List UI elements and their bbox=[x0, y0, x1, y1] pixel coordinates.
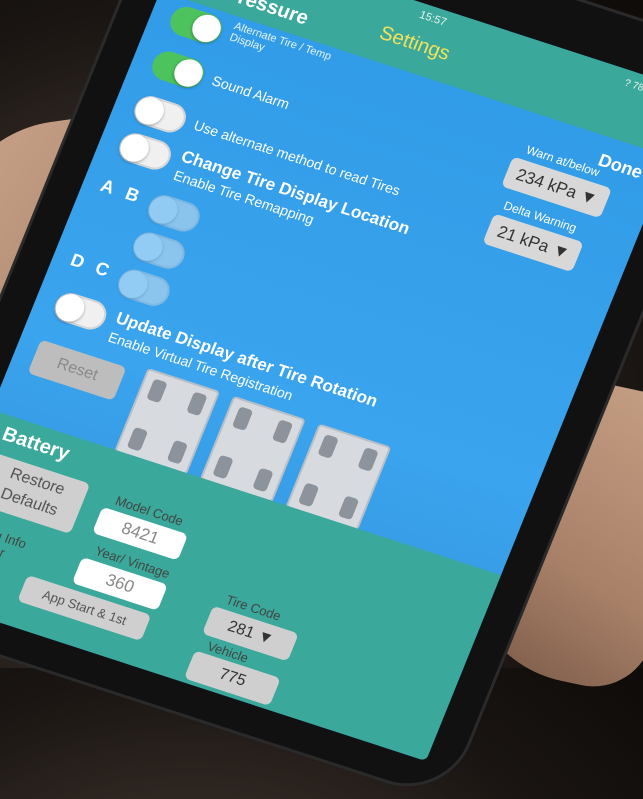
tire-mark bbox=[252, 467, 274, 493]
tire-mark bbox=[146, 378, 168, 404]
page-title: Settings bbox=[376, 22, 454, 65]
toggle-knob bbox=[51, 290, 89, 326]
tire-mark bbox=[297, 482, 320, 508]
tire-mark bbox=[271, 419, 294, 445]
toggle-knob bbox=[169, 55, 208, 91]
toggle-knob bbox=[115, 130, 154, 166]
tire-letter-c: C bbox=[92, 257, 113, 281]
remap-toggle-2[interactable] bbox=[128, 228, 190, 273]
remap-toggle-ab[interactable] bbox=[143, 191, 205, 236]
toggle-knob bbox=[129, 229, 167, 265]
tire-mark bbox=[212, 454, 234, 480]
sound-alarm-toggle[interactable] bbox=[147, 47, 209, 92]
tire-letter-b: B bbox=[122, 183, 143, 206]
battery-status: ? 78 % ■ bbox=[622, 77, 643, 101]
tire-letter-a: A bbox=[97, 175, 118, 198]
tire-mark bbox=[126, 426, 149, 452]
tire-letter-d: D bbox=[67, 249, 88, 273]
toggle-knob bbox=[114, 266, 152, 302]
restore-defaults-button[interactable]: Restore Defaults bbox=[0, 452, 91, 534]
remap-toggle-dc[interactable] bbox=[113, 265, 175, 310]
tire-mark bbox=[337, 495, 360, 521]
toggle-knob bbox=[187, 11, 226, 46]
tire-mark bbox=[231, 406, 254, 432]
status-time: 15:57 bbox=[417, 9, 449, 29]
done-button[interactable]: Done bbox=[595, 150, 643, 183]
tire-mark bbox=[317, 434, 339, 459]
alternate-method-toggle[interactable] bbox=[129, 92, 191, 137]
update-display-toggle[interactable] bbox=[50, 289, 111, 334]
sound-alarm-label: Sound Alarm bbox=[209, 72, 292, 113]
toggle-knob bbox=[144, 192, 182, 228]
change-display-location-toggle[interactable] bbox=[114, 129, 176, 174]
reset-button[interactable]: Reset bbox=[27, 339, 127, 401]
tire-mark bbox=[186, 391, 208, 417]
phone-device: 15:57 ? 78 % ■ Settings Done Tire Pressu… bbox=[0, 0, 643, 799]
toggle-knob bbox=[131, 93, 169, 129]
tire-mark bbox=[166, 439, 189, 465]
tire-mark bbox=[357, 447, 379, 472]
config-info-label: Config Info Counter bbox=[0, 517, 29, 561]
